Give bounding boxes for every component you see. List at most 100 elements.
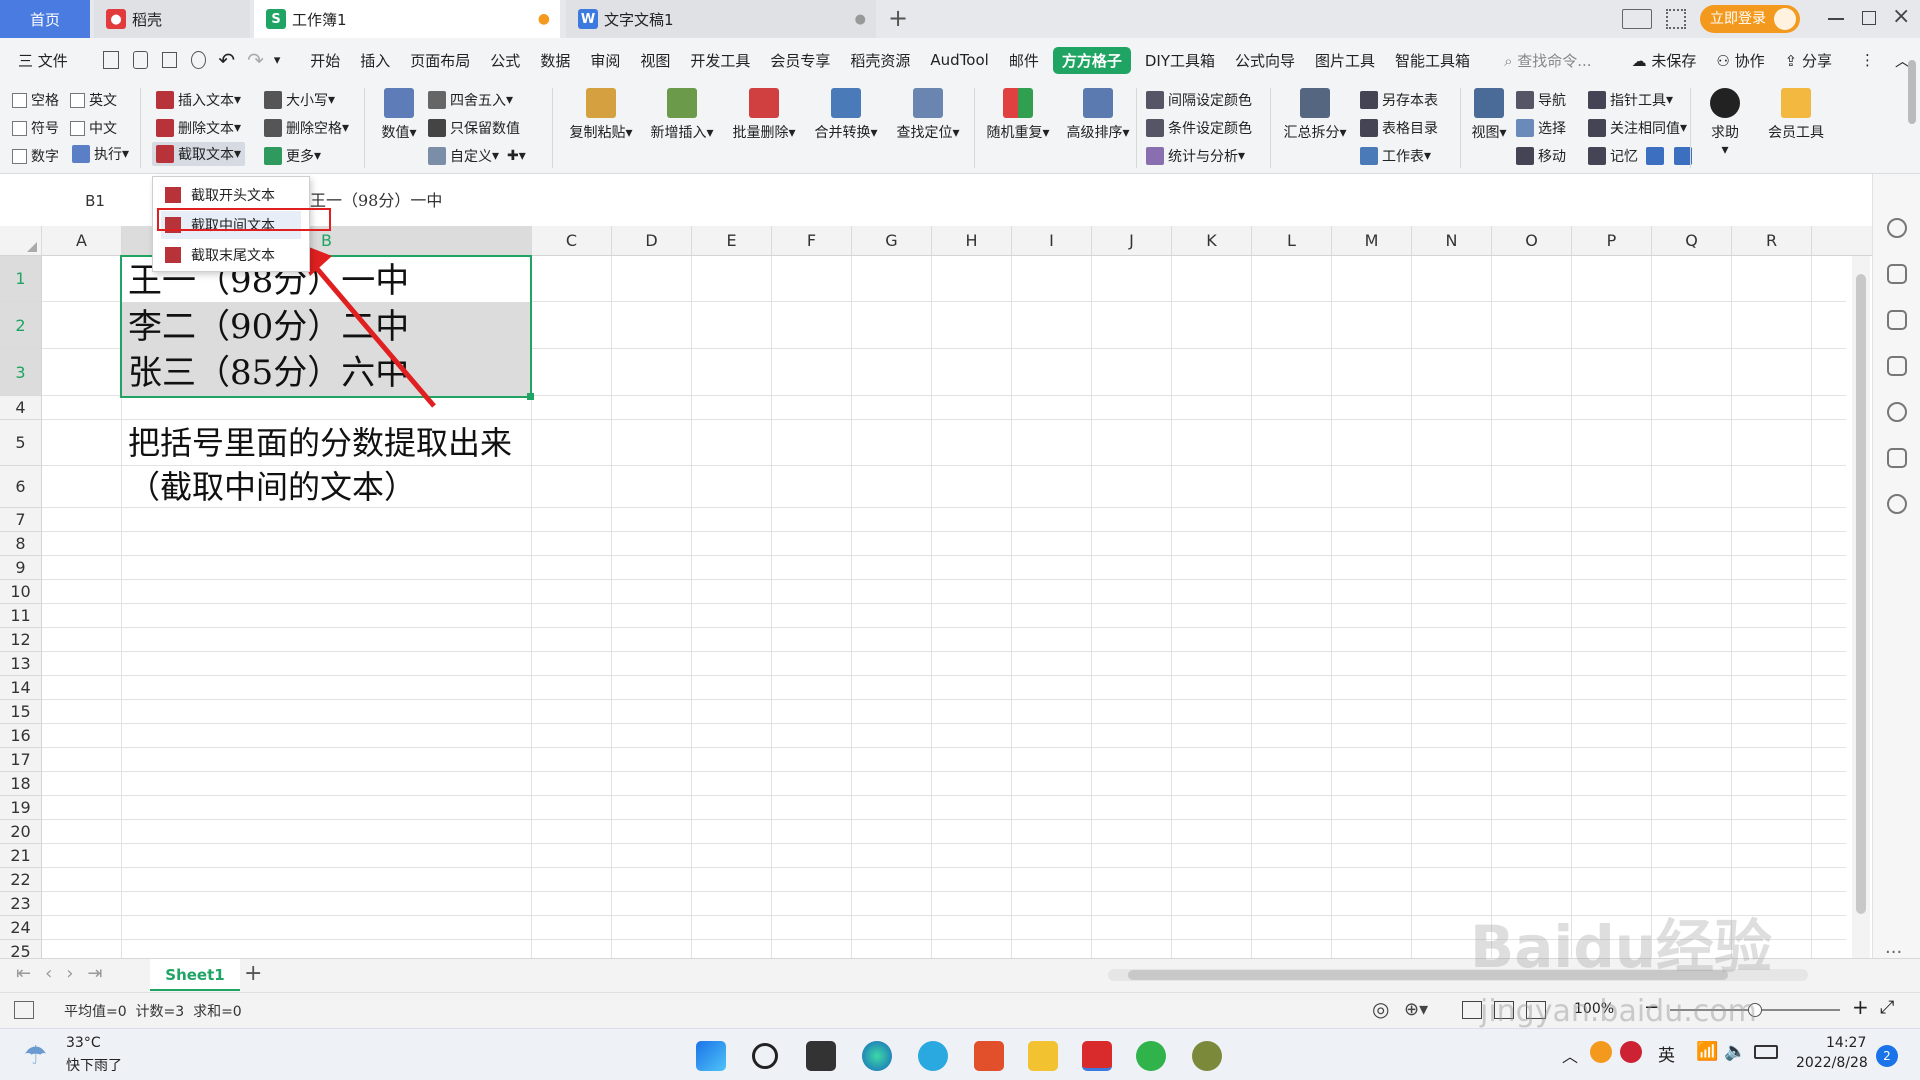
redo-icon[interactable]: ↷ [247,48,264,72]
arrow-left-icon[interactable] [1646,147,1664,165]
wps-icon[interactable] [1082,1041,1112,1071]
checkbox[interactable] [70,120,85,136]
cross-icon[interactable]: ⊕▾ [1404,999,1428,1020]
row-header-13[interactable]: 13 [0,652,42,676]
notification-badge[interactable]: 2 [1876,1045,1898,1067]
col-header-i[interactable]: I [1012,226,1092,256]
row-header-9[interactable]: 9 [0,556,42,580]
lightning-icon[interactable] [1887,494,1907,514]
menu-fangfang-active[interactable]: 方方格子 [1052,46,1131,74]
volume-icon[interactable]: 🔈 [1724,1041,1746,1062]
ime-indicator[interactable]: 英 [1658,1041,1675,1066]
check-symbol[interactable]: 符号 [12,118,59,138]
col-header-p[interactable]: P [1572,226,1652,256]
col-header-r[interactable]: R [1732,226,1812,256]
minimize-icon[interactable] [1828,18,1844,20]
file-menu[interactable]: 三 文件 [0,50,87,71]
new-insert-button[interactable]: 新增插入▾ [644,88,720,142]
view-button[interactable]: 视图▾ [1464,88,1514,142]
maximize-icon[interactable] [1862,11,1876,25]
menu-picture-tools[interactable]: 图片工具 [1305,50,1385,71]
clock-date[interactable]: 2022/8/28 [1796,1055,1868,1071]
table-dir-button[interactable]: 表格目录 [1360,118,1438,138]
row-header-24[interactable]: 24 [0,916,42,940]
unsaved-status[interactable]: ☁ 未保存 [1622,50,1707,71]
tab-docer[interactable]: ● 稻壳 [94,0,250,38]
col-header-k[interactable]: K [1172,226,1252,256]
new-tab-button[interactable]: + [888,4,908,32]
wechat-icon[interactable] [1136,1041,1166,1071]
search-command[interactable]: ⌕ 查找命令... [1494,50,1602,71]
add-icon[interactable]: ✚▾ [507,148,526,164]
tab-home[interactable]: 首页 [0,0,90,38]
value-button[interactable]: 数值▾ [374,88,424,142]
cell-b5[interactable]: 把括号里面的分数提取出来 [128,420,512,466]
menu-smart-toolbox[interactable]: 智能工具箱 [1385,50,1480,71]
pointer-tool-button[interactable]: 指针工具 ▾ [1588,90,1673,110]
nav-button[interactable]: 导航 [1516,90,1566,110]
rocket-icon[interactable] [1887,218,1907,238]
app-icon[interactable] [1192,1041,1222,1071]
wifi-icon[interactable]: 📶 [1696,1041,1718,1062]
filter-icon[interactable] [1887,264,1907,284]
row-header-2[interactable]: 2 [0,302,42,349]
help-button[interactable]: 求助 ▾ [1700,88,1750,158]
menu-review[interactable]: 审阅 [580,50,630,71]
select-all-corner[interactable] [0,226,42,256]
row-header-11[interactable]: 11 [0,604,42,628]
menu-mail[interactable]: 邮件 [999,50,1049,71]
tray-sync-icon[interactable] [1590,1041,1612,1063]
batch-delete-button[interactable]: 批量删除▾ [726,88,802,142]
clock-time[interactable]: 14:27 [1826,1035,1866,1051]
insert-text-button[interactable]: 插入文本 ▾ [156,90,241,110]
row-header-8[interactable]: 8 [0,532,42,556]
custom-button[interactable]: 自定义 ▾ ✚▾ [428,146,526,166]
print-icon[interactable] [161,52,178,68]
page-scroll-thumb[interactable] [1908,60,1916,124]
menu-docer-resources[interactable]: 稻壳资源 [840,50,920,71]
col-header-c[interactable]: C [532,226,612,256]
merge-convert-button[interactable]: 合并转换▾ [808,88,884,142]
collab-button[interactable]: ⚇ 协作 [1706,50,1774,71]
taskview-icon[interactable] [806,1041,836,1071]
menu-item-extract-start[interactable]: 截取开头文本 [161,181,301,209]
row-header-10[interactable]: 10 [0,580,42,604]
row-header-1[interactable]: 1 [0,256,42,302]
save-icon[interactable] [103,51,119,69]
fullscreen-icon[interactable]: ⤢ [1880,997,1894,1018]
row-header-16[interactable]: 16 [0,724,42,748]
quick-access-dropdown-icon[interactable]: ▾ [274,53,281,68]
scroll-thumb[interactable] [1856,274,1866,914]
weather-rain-icon[interactable]: ☂ [24,1041,47,1071]
member-tools-button[interactable]: 会员工具 [1758,88,1834,142]
col-header-g[interactable]: G [852,226,932,256]
check-english[interactable]: 英文 [70,90,117,110]
add-sheet-button[interactable]: + [244,961,262,986]
row-header-21[interactable]: 21 [0,844,42,868]
col-header-l[interactable]: L [1252,226,1332,256]
sheet-tab-sheet1[interactable]: Sheet1 [150,959,240,991]
fill-handle[interactable] [527,393,534,400]
save-table-button[interactable]: 另存本表 [1360,90,1438,110]
macro-icon[interactable] [14,1001,34,1019]
cell-b6[interactable]: （截取中间的文本） [128,464,416,510]
export-icon[interactable] [132,51,148,69]
menu-page-layout[interactable]: 页面布局 [400,50,480,71]
random-repeat-button[interactable]: 随机重复▾ [980,88,1056,142]
row-header-7[interactable]: 7 [0,508,42,532]
menu-formula[interactable]: 公式 [480,50,530,71]
row-header-25[interactable]: 25 [0,940,42,958]
preview-icon[interactable] [191,51,207,69]
taskbar-search-icon[interactable] [752,1043,778,1069]
share-button[interactable]: ⇪ 分享 [1775,50,1842,71]
menu-insert[interactable]: 插入 [350,50,400,71]
help-icon[interactable] [1887,402,1907,422]
cond-color-button[interactable]: 条件设定颜色 [1146,118,1252,138]
menu-diy-toolbox[interactable]: DIY工具箱 [1135,50,1225,71]
edge-icon[interactable] [862,1041,892,1071]
more-options-icon[interactable]: ⋮ [1850,51,1885,69]
row-header-14[interactable]: 14 [0,676,42,700]
row-header-19[interactable]: 19 [0,796,42,820]
round-button[interactable]: 四舍五入 ▾ [428,90,513,110]
copy-paste-button[interactable]: 复制粘贴▾ [564,88,638,142]
